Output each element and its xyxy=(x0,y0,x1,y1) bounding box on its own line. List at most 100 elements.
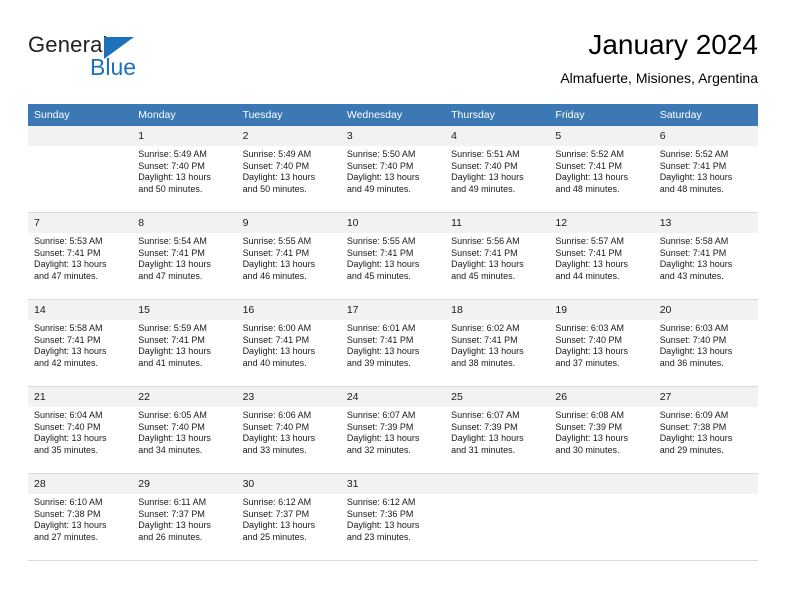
month-calendar-table: Sunday Monday Tuesday Wednesday Thursday… xyxy=(28,104,758,561)
calendar-day-cell[interactable]: 19 Sunrise: 6:03 AM Sunset: 7:40 PM Dayligh… xyxy=(549,299,654,387)
calendar-week-row: 7 Sunrise: 5:53 AM Sunset: 7:41 PM Daylight… xyxy=(28,212,758,300)
day-sun-info: Sunrise: 5:56 AM Sunset: 7:41 PM Daylight:… xyxy=(445,233,549,282)
daylight-text-line2: and 48 minutes. xyxy=(555,183,620,194)
daylight-text-line1: Daylight: 13 hours xyxy=(34,346,107,357)
daylight-text-line1: Daylight: 13 hours xyxy=(138,172,211,183)
day-sun-info: Sunrise: 6:07 AM Sunset: 7:39 PM Daylight:… xyxy=(341,407,445,456)
calendar-day-cell[interactable]: 6 Sunrise: 5:52 AM Sunset: 7:41 PM Daylight… xyxy=(653,126,758,213)
day-cell-content: 20 Sunrise: 6:03 AM Sunset: 7:40 PM Dayligh… xyxy=(653,300,758,386)
calendar-day-cell[interactable]: 27 Sunrise: 6:09 AM Sunset: 7:38 PM Dayligh… xyxy=(653,386,758,474)
daylight-text-line1: Daylight: 13 hours xyxy=(138,520,211,531)
sunrise-text: Sunrise: 5:58 AM xyxy=(659,236,729,246)
calendar-day-cell[interactable]: 29 Sunrise: 6:11 AM Sunset: 7:37 PM Dayligh… xyxy=(132,473,237,561)
calendar-day-cell[interactable]: 5 Sunrise: 5:52 AM Sunset: 7:41 PM Daylight… xyxy=(549,126,654,213)
day-number: 13 xyxy=(653,213,758,233)
day-cell-content: 28 Sunrise: 6:10 AM Sunset: 7:38 PM Dayligh… xyxy=(28,474,133,560)
calendar-day-cell[interactable]: 12 Sunrise: 5:57 AM Sunset: 7:41 PM Dayligh… xyxy=(549,212,654,300)
calendar-day-cell[interactable]: 8 Sunrise: 5:54 AM Sunset: 7:41 PM Daylight… xyxy=(132,212,237,300)
weekday-header-saturday: Saturday xyxy=(653,104,758,126)
sunset-text: Sunset: 7:40 PM xyxy=(242,421,310,432)
calendar-day-cell[interactable]: 23 Sunrise: 6:06 AM Sunset: 7:40 PM Dayligh… xyxy=(236,386,341,474)
sunrise-text: Sunrise: 6:02 AM xyxy=(451,323,520,333)
daylight-text-line1: Daylight: 13 hours xyxy=(242,520,316,531)
calendar-day-cell[interactable]: 7 Sunrise: 5:53 AM Sunset: 7:41 PM Daylight… xyxy=(28,212,133,300)
calendar-day-cell[interactable]: 17 Sunrise: 6:01 AM Sunset: 7:41 PM Dayligh… xyxy=(340,299,446,387)
calendar-day-cell[interactable]: 15 Sunrise: 5:59 AM Sunset: 7:41 PM Dayligh… xyxy=(132,299,237,387)
calendar-day-cell[interactable]: 22 Sunrise: 6:05 AM Sunset: 7:40 PM Dayligh… xyxy=(132,386,237,474)
sunset-text: Sunset: 7:41 PM xyxy=(555,160,622,171)
daylight-text-line2: and 36 minutes. xyxy=(659,357,724,368)
calendar-day-cell[interactable]: 1 Sunrise: 5:49 AM Sunset: 7:40 PM Daylight… xyxy=(132,126,237,213)
calendar-day-cell[interactable]: 26 Sunrise: 6:08 AM Sunset: 7:39 PM Dayligh… xyxy=(549,386,654,474)
sunset-text: Sunset: 7:40 PM xyxy=(34,421,101,432)
calendar-day-cell[interactable]: 16 Sunrise: 6:00 AM Sunset: 7:41 PM Dayligh… xyxy=(236,299,341,387)
day-cell-content: 6 Sunrise: 5:52 AM Sunset: 7:41 PM Daylight… xyxy=(653,126,758,212)
calendar-day-cell[interactable]: 30 Sunrise: 6:12 AM Sunset: 7:37 PM Dayligh… xyxy=(236,473,341,561)
sunset-text: Sunset: 7:41 PM xyxy=(659,160,727,171)
daylight-text-line1: Daylight: 13 hours xyxy=(346,520,420,531)
daylight-text-line2: and 38 minutes. xyxy=(451,357,516,368)
sunset-text: Sunset: 7:40 PM xyxy=(138,160,205,171)
calendar-day-cell xyxy=(445,473,550,561)
sunrise-text: Sunrise: 6:00 AM xyxy=(242,323,312,333)
daylight-text-line1: Daylight: 13 hours xyxy=(242,433,316,444)
daylight-text-line2: and 50 minutes. xyxy=(242,183,307,194)
calendar-header-row: Sunday Monday Tuesday Wednesday Thursday… xyxy=(28,104,758,126)
sunrise-text: Sunrise: 6:07 AM xyxy=(451,410,520,420)
calendar-day-cell xyxy=(28,126,133,213)
day-cell-content: 13 Sunrise: 5:58 AM Sunset: 7:41 PM Dayligh… xyxy=(653,213,758,299)
daylight-text-line2: and 23 minutes. xyxy=(346,531,411,542)
calendar-day-cell[interactable]: 3 Sunrise: 5:50 AM Sunset: 7:40 PM Daylight… xyxy=(340,126,446,213)
calendar-day-cell[interactable]: 2 Sunrise: 5:49 AM Sunset: 7:40 PM Daylight… xyxy=(236,126,341,213)
day-sun-info: Sunrise: 5:49 AM Sunset: 7:40 PM Daylight:… xyxy=(237,146,341,195)
daylight-text-line1: Daylight: 13 hours xyxy=(555,172,628,183)
day-cell-content: 11 Sunrise: 5:56 AM Sunset: 7:41 PM Dayligh… xyxy=(445,213,550,299)
calendar-day-cell[interactable]: 21 Sunrise: 6:04 AM Sunset: 7:40 PM Dayligh… xyxy=(28,386,133,474)
day-cell-content xyxy=(28,126,133,212)
sunrise-text: Sunrise: 6:06 AM xyxy=(242,410,312,420)
sunrise-text: Sunrise: 5:59 AM xyxy=(138,323,207,333)
day-number: 5 xyxy=(549,126,654,146)
sunrise-text: Sunrise: 6:11 AM xyxy=(138,497,207,507)
calendar-day-cell[interactable]: 13 Sunrise: 5:58 AM Sunset: 7:41 PM Dayligh… xyxy=(653,212,758,300)
daylight-text-line1: Daylight: 13 hours xyxy=(555,259,628,270)
day-cell-content: 23 Sunrise: 6:06 AM Sunset: 7:40 PM Dayligh… xyxy=(236,387,341,473)
sunrise-text: Sunrise: 5:51 AM xyxy=(451,149,520,159)
day-cell-content: 12 Sunrise: 5:57 AM Sunset: 7:41 PM Dayligh… xyxy=(549,213,654,299)
calendar-day-cell[interactable]: 28 Sunrise: 6:10 AM Sunset: 7:38 PM Dayligh… xyxy=(28,473,133,561)
sunrise-text: Sunrise: 6:04 AM xyxy=(34,410,103,420)
sunset-text: Sunset: 7:37 PM xyxy=(138,508,205,519)
day-number: 8 xyxy=(132,213,237,233)
day-sun-info: Sunrise: 5:58 AM Sunset: 7:41 PM Daylight:… xyxy=(654,233,758,282)
day-cell-content: 25 Sunrise: 6:07 AM Sunset: 7:39 PM Dayligh… xyxy=(445,387,550,473)
day-sun-info: Sunrise: 5:57 AM Sunset: 7:41 PM Daylight:… xyxy=(549,233,653,282)
day-number: 18 xyxy=(445,300,550,320)
calendar-day-cell[interactable]: 4 Sunrise: 5:51 AM Sunset: 7:40 PM Daylight… xyxy=(445,126,550,213)
sunrise-text: Sunrise: 6:03 AM xyxy=(659,323,729,333)
calendar-day-cell[interactable]: 10 Sunrise: 5:55 AM Sunset: 7:41 PM Dayligh… xyxy=(340,212,446,300)
calendar-day-cell[interactable]: 31 Sunrise: 6:12 AM Sunset: 7:36 PM Dayligh… xyxy=(340,473,446,561)
calendar-day-cell[interactable]: 24 Sunrise: 6:07 AM Sunset: 7:39 PM Dayligh… xyxy=(340,386,446,474)
calendar-day-cell[interactable]: 25 Sunrise: 6:07 AM Sunset: 7:39 PM Dayligh… xyxy=(445,386,550,474)
calendar-day-cell[interactable]: 11 Sunrise: 5:56 AM Sunset: 7:41 PM Dayligh… xyxy=(445,212,550,300)
day-number xyxy=(445,474,550,494)
day-cell-content: 21 Sunrise: 6:04 AM Sunset: 7:40 PM Dayligh… xyxy=(28,387,133,473)
daylight-text-line2: and 40 minutes. xyxy=(242,357,307,368)
calendar-day-cell[interactable]: 14 Sunrise: 5:58 AM Sunset: 7:41 PM Dayligh… xyxy=(28,299,133,387)
daylight-text-line1: Daylight: 13 hours xyxy=(659,346,733,357)
weekday-header-tuesday: Tuesday xyxy=(236,104,341,126)
calendar-day-cell[interactable]: 18 Sunrise: 6:02 AM Sunset: 7:41 PM Dayligh… xyxy=(445,299,550,387)
daylight-text-line2: and 45 minutes. xyxy=(451,270,516,281)
day-number: 4 xyxy=(445,126,550,146)
calendar-week-row: 1 Sunrise: 5:49 AM Sunset: 7:40 PM Daylight… xyxy=(28,126,758,213)
sunrise-text: Sunrise: 6:01 AM xyxy=(346,323,416,333)
calendar-day-cell[interactable]: 20 Sunrise: 6:03 AM Sunset: 7:40 PM Dayligh… xyxy=(653,299,758,387)
daylight-text-line2: and 39 minutes. xyxy=(346,357,411,368)
calendar-day-cell[interactable]: 9 Sunrise: 5:55 AM Sunset: 7:41 PM Daylight… xyxy=(236,212,341,300)
day-number: 20 xyxy=(653,300,758,320)
sunrise-text: Sunrise: 5:49 AM xyxy=(138,149,207,159)
sunrise-text: Sunrise: 5:55 AM xyxy=(346,236,416,246)
daylight-text-line1: Daylight: 13 hours xyxy=(451,433,524,444)
day-sun-info: Sunrise: 6:08 AM Sunset: 7:39 PM Daylight:… xyxy=(549,407,653,456)
day-number: 17 xyxy=(340,300,446,320)
